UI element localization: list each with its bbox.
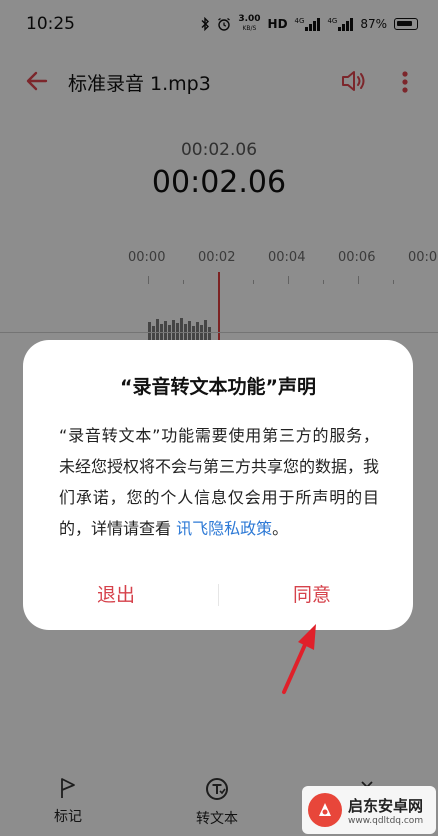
watermark: 启东安卓网 www.qdltdq.com	[302, 786, 436, 834]
watermark-url: www.qdltdq.com	[348, 815, 424, 826]
recorder-screen: 10:25 3.00 KB/S HD 4G 4G 87% 标准录音 1.mp3 …	[0, 0, 438, 836]
agree-button[interactable]: 同意	[293, 580, 331, 607]
annotation-arrow	[282, 624, 316, 694]
exit-button[interactable]: 退出	[97, 580, 135, 607]
transcribe-consent-dialog: “录音转文本功能”声明 “录音转文本”功能需要使用第三方的服务，未经您授权将不会…	[23, 340, 413, 630]
dialog-body-end: 。	[272, 519, 289, 538]
dialog-body: “录音转文本”功能需要使用第三方的服务，未经您授权将不会与第三方共享您的数据，我…	[59, 420, 379, 544]
privacy-policy-link[interactable]: 讯飞隐私政策	[176, 519, 272, 538]
dialog-title: “录音转文本功能”声明	[120, 376, 316, 398]
button-divider	[218, 584, 219, 606]
watermark-title: 启东安卓网	[348, 796, 424, 815]
watermark-logo-icon	[308, 793, 342, 827]
